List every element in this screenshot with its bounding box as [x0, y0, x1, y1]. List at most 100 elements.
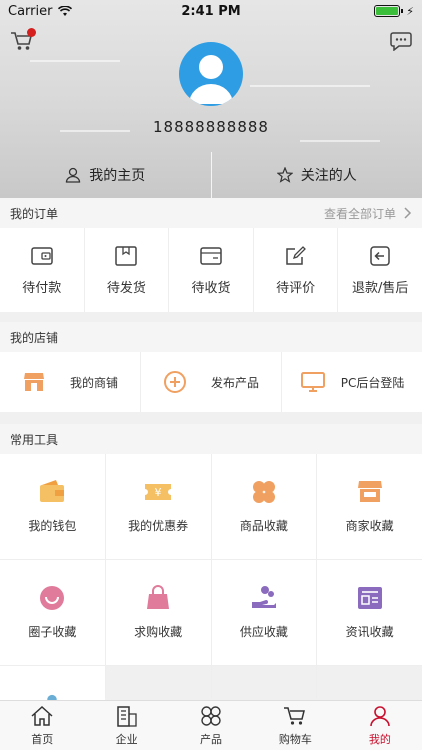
store-title: 我的店铺 — [10, 330, 59, 345]
user-icon — [370, 705, 390, 726]
tool-label: 商品收藏 — [239, 519, 288, 533]
tools-empty-cell — [317, 666, 422, 700]
building-icon — [116, 705, 137, 727]
order-pending-payment[interactable]: 待付款 — [0, 228, 85, 312]
hand-supply-icon — [251, 586, 276, 608]
wifi-icon — [58, 5, 73, 16]
smile-icon — [40, 586, 65, 610]
store-label: 发布产品 — [210, 375, 259, 390]
news-icon — [357, 587, 382, 609]
store-label: 我的商铺 — [69, 375, 118, 390]
tool-circle-favorites[interactable]: 圈子收藏 — [0, 560, 105, 665]
battery-icon — [374, 5, 404, 17]
tool-merchant-favorites[interactable]: 商家收藏 — [317, 454, 422, 559]
charging-icon: ⚡ — [406, 4, 414, 18]
tool-partial[interactable] — [0, 666, 105, 700]
following-label: 关注的人 — [300, 168, 357, 184]
tools-empty-cell — [211, 666, 317, 700]
person-icon — [66, 167, 81, 183]
wallet-icon — [31, 246, 53, 265]
order-label: 待评价 — [276, 280, 316, 296]
monitor-icon — [300, 372, 325, 392]
carrier-label: Carrier — [8, 3, 53, 19]
cart-icon — [284, 706, 306, 725]
tab-label: 购物车 — [278, 732, 312, 746]
tab-bar: 首页 企业 产品 购物车 我的 — [0, 700, 422, 750]
tools-title: 常用工具 — [10, 432, 59, 447]
tool-product-favorites[interactable]: 商品收藏 — [211, 454, 317, 559]
status-bar: Carrier 2:41 PM ⚡ — [0, 0, 422, 22]
order-label: 待收货 — [191, 280, 231, 296]
tool-news-favorites[interactable]: 资讯收藏 — [317, 560, 422, 665]
add-circle-icon — [163, 371, 186, 393]
coupon-icon: ¥ — [145, 484, 172, 500]
tool-label: 供应收藏 — [239, 625, 288, 639]
orders-section-header: 我的订单 查看全部订单 — [0, 198, 422, 228]
cart-button[interactable] — [10, 28, 36, 52]
user-phone: 18888888888 — [153, 118, 269, 136]
tool-label: 商家收藏 — [345, 519, 394, 533]
svg-text:¥: ¥ — [155, 486, 162, 499]
tab-cart[interactable]: 购物车 — [253, 701, 337, 750]
following-button[interactable]: 关注的人 — [212, 152, 422, 198]
chat-bubble-icon — [390, 32, 412, 52]
tools-grid: 我的钱包 ¥ 我的优惠券 商品收藏 商家收藏 圈子收藏 求购收藏 供应收藏 资讯… — [0, 454, 422, 700]
tool-label: 求购收藏 — [134, 625, 183, 639]
shopping-bag-icon — [147, 585, 170, 609]
tab-label: 企业 — [115, 732, 138, 746]
tool-label: 我的钱包 — [28, 519, 77, 533]
refund-icon — [370, 245, 390, 266]
package-icon — [115, 245, 138, 266]
message-button[interactable] — [390, 31, 412, 52]
tab-enterprise[interactable]: 企业 — [84, 701, 168, 750]
tools-section-header: 常用工具 — [0, 424, 422, 454]
pc-admin-login-button[interactable]: PC后台登陆 — [282, 352, 422, 412]
tool-label: 圈子收藏 — [28, 625, 77, 639]
tab-label: 产品 — [200, 732, 223, 746]
home-icon — [31, 705, 53, 726]
edit-review-icon — [285, 245, 306, 265]
view-all-orders-button[interactable]: 查看全部订单 — [324, 205, 412, 222]
order-label: 退款/售后 — [351, 280, 409, 296]
tab-label: 首页 — [31, 732, 54, 746]
my-shop-button[interactable]: 我的商铺 — [0, 352, 141, 412]
publish-product-button[interactable]: 发布产品 — [141, 352, 282, 412]
my-homepage-button[interactable]: 我的主页 — [0, 152, 211, 198]
order-pending-receipt[interactable]: 待收货 — [169, 228, 254, 312]
store-section-header: 我的店铺 — [0, 322, 422, 352]
view-all-orders-label: 查看全部订单 — [323, 206, 396, 221]
tools-empty-cell — [105, 666, 211, 700]
tab-products[interactable]: 产品 — [169, 701, 253, 750]
tab-mine[interactable]: 我的 — [338, 701, 422, 750]
tab-home[interactable]: 首页 — [0, 701, 84, 750]
clover-icon — [252, 481, 275, 503]
tool-supply-favorites[interactable]: 供应收藏 — [211, 560, 317, 665]
user-avatar-icon — [189, 55, 233, 104]
chevron-right-icon — [404, 207, 412, 219]
order-pending-review[interactable]: 待评价 — [254, 228, 339, 312]
wallet-icon — [40, 480, 65, 502]
orders-title: 我的订单 — [10, 206, 59, 221]
order-label: 待发货 — [106, 280, 146, 296]
receive-box-icon — [200, 246, 222, 265]
tool-my-coupons[interactable]: ¥ 我的优惠券 — [105, 454, 211, 559]
order-pending-shipment[interactable]: 待发货 — [85, 228, 170, 312]
my-homepage-label: 我的主页 — [89, 168, 146, 184]
profile-header: 18888888888 我的主页 关注的人 — [0, 0, 422, 198]
tool-label: 我的优惠券 — [128, 519, 189, 533]
store-label: PC后台登陆 — [340, 375, 405, 390]
avatar[interactable] — [179, 42, 243, 106]
tool-label: 资讯收藏 — [345, 625, 394, 639]
notification-dot — [27, 28, 36, 37]
star-icon — [276, 167, 293, 183]
orders-grid: 待付款 待发货 待收货 待评价 退款/售后 — [0, 228, 422, 312]
shop-icon — [23, 373, 44, 391]
tool-my-wallet[interactable]: 我的钱包 — [0, 454, 105, 559]
order-refund[interactable]: 退款/售后 — [338, 228, 422, 312]
tool-purchase-favorites[interactable]: 求购收藏 — [105, 560, 211, 665]
store-row: 我的商铺 发布产品 PC后台登陆 — [0, 352, 422, 412]
tab-label: 我的 — [368, 732, 391, 746]
order-label: 待付款 — [22, 280, 62, 296]
storefront-icon — [357, 481, 382, 502]
products-icon — [201, 705, 221, 726]
